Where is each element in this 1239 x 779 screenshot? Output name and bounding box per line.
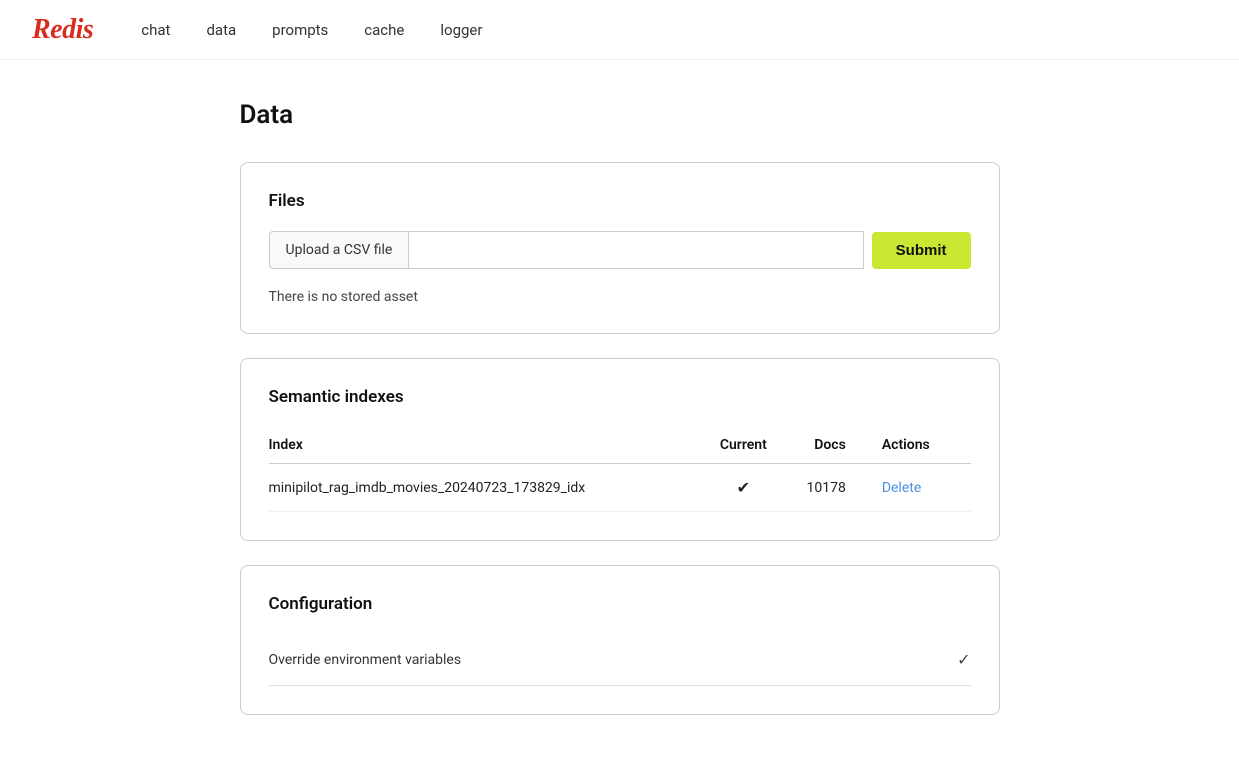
nav-item-chat[interactable]: chat <box>141 21 170 39</box>
indexes-table-body: minipilot_rag_imdb_movies_20240723_17382… <box>269 464 971 512</box>
file-upload-row: Upload a CSV file Submit <box>269 231 971 269</box>
nav-item-logger[interactable]: logger <box>440 21 482 39</box>
config-row-override: Override environment variables ✓ <box>269 634 971 686</box>
nav-links: chat data prompts cache logger <box>141 21 482 39</box>
semantic-indexes-title: Semantic indexes <box>269 387 971 407</box>
logo[interactable]: Redis <box>32 14 93 46</box>
nav-link-cache[interactable]: cache <box>364 21 404 39</box>
nav-link-data[interactable]: data <box>206 21 236 39</box>
main-content: Data Files Upload a CSV file Submit Ther… <box>220 60 1020 779</box>
index-actions-cell: Delete <box>858 464 971 512</box>
indexes-table-header: Index Current Docs Actions <box>269 427 971 464</box>
files-card: Files Upload a CSV file Submit There is … <box>240 162 1000 334</box>
submit-button[interactable]: Submit <box>872 232 971 269</box>
configuration-title: Configuration <box>269 594 971 614</box>
no-asset-message: There is no stored asset <box>269 289 971 305</box>
index-current-cell: ✔ <box>710 464 789 512</box>
nav-link-chat[interactable]: chat <box>141 21 170 39</box>
page-title: Data <box>240 100 1000 130</box>
nav-item-cache[interactable]: cache <box>364 21 404 39</box>
nav-item-data[interactable]: data <box>206 21 236 39</box>
nav-item-prompts[interactable]: prompts <box>272 21 328 39</box>
col-header-current: Current <box>710 427 789 464</box>
col-header-index: Index <box>269 427 710 464</box>
logo-text: Redis <box>32 14 93 45</box>
semantic-indexes-card: Semantic indexes Index Current Docs Acti… <box>240 358 1000 541</box>
current-checkmark-icon: ✔ <box>737 478 750 497</box>
col-header-docs: Docs <box>789 427 858 464</box>
config-label-override: Override environment variables <box>269 652 462 668</box>
index-name: minipilot_rag_imdb_movies_20240723_17382… <box>269 464 710 512</box>
upload-csv-button[interactable]: Upload a CSV file <box>269 231 410 269</box>
file-path-input[interactable] <box>409 231 863 269</box>
main-nav: Redis chat data prompts cache logger <box>0 0 1239 60</box>
header-row: Index Current Docs Actions <box>269 427 971 464</box>
table-row: minipilot_rag_imdb_movies_20240723_17382… <box>269 464 971 512</box>
indexes-table: Index Current Docs Actions minipilot_rag… <box>269 427 971 512</box>
configuration-card: Configuration Override environment varia… <box>240 565 1000 715</box>
index-docs-count: 10178 <box>789 464 858 512</box>
delete-link[interactable]: Delete <box>882 480 921 496</box>
col-header-actions: Actions <box>858 427 971 464</box>
nav-link-prompts[interactable]: prompts <box>272 21 328 39</box>
nav-link-logger[interactable]: logger <box>440 21 482 39</box>
files-card-title: Files <box>269 191 971 211</box>
config-check-icon: ✓ <box>957 650 970 669</box>
